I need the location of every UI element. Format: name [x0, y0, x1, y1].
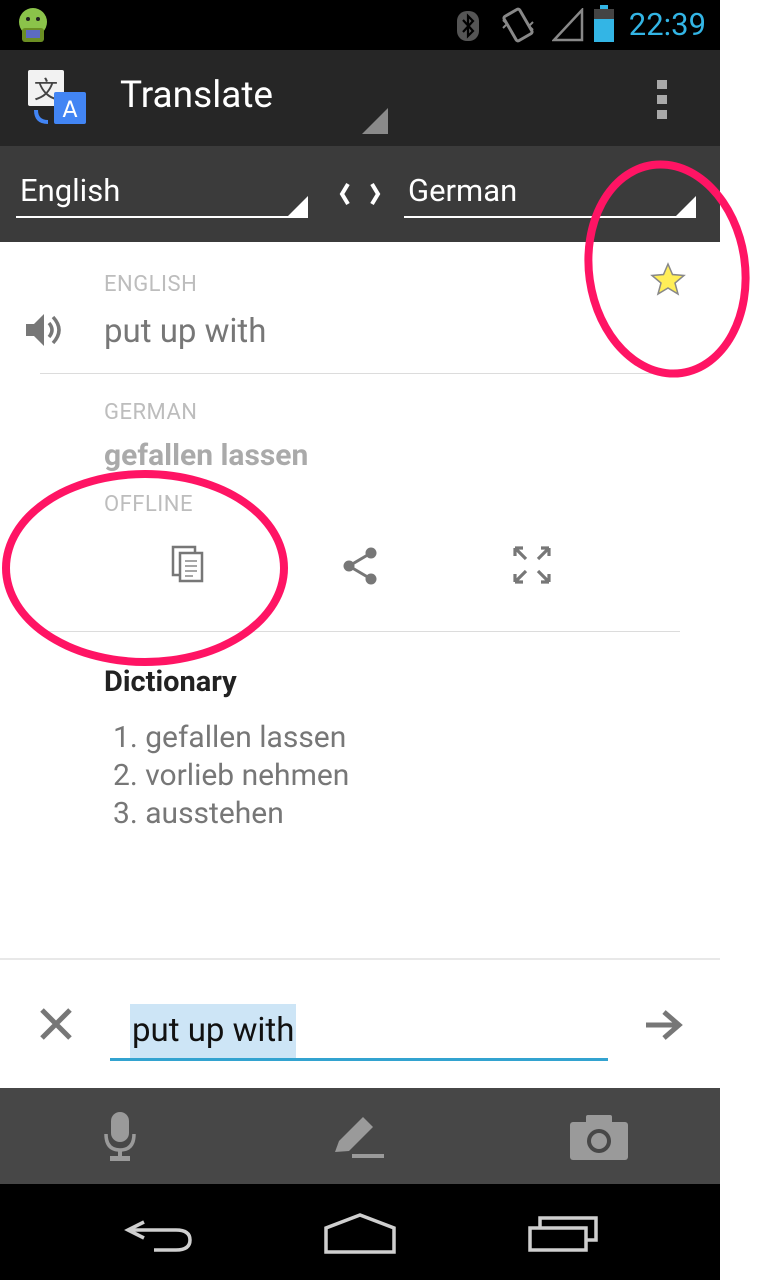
svg-text:A: A: [62, 98, 77, 123]
back-icon[interactable]: [124, 1214, 194, 1254]
input-underline: [110, 1058, 608, 1061]
navigation-bar: [0, 1184, 720, 1280]
dictionary-entry[interactable]: 2. vorlieb nehmen: [113, 758, 349, 793]
camera-icon[interactable]: [568, 1112, 630, 1162]
source-language-label: English: [20, 172, 121, 209]
input-value[interactable]: put up with: [130, 1004, 297, 1058]
input-separator: [0, 958, 720, 960]
target-language-spinner[interactable]: German: [404, 146, 696, 242]
target-language-caption: GERMAN: [104, 400, 198, 425]
source-text[interactable]: put up with: [104, 312, 266, 351]
bluetooth-icon: [457, 11, 479, 41]
clock: 22:39: [628, 6, 706, 43]
dictionary-entry[interactable]: 1. gefallen lassen: [113, 720, 346, 755]
source-language-spinner[interactable]: English: [16, 146, 308, 242]
language-bar: English German: [0, 146, 720, 242]
swap-languages-icon[interactable]: [334, 176, 386, 212]
text-input[interactable]: put up with: [110, 996, 608, 1062]
dropdown-corner-icon: [676, 196, 696, 216]
divider: [40, 373, 680, 374]
handwriting-pen-icon[interactable]: [330, 1112, 386, 1160]
star-icon[interactable]: [650, 262, 686, 296]
speaker-icon[interactable]: [24, 312, 64, 348]
source-language-caption: ENGLISH: [104, 272, 198, 297]
overflow-menu-icon[interactable]: [652, 78, 674, 122]
battery-icon: [594, 5, 614, 42]
translated-text[interactable]: gefallen lassen: [104, 438, 308, 473]
fullscreen-icon[interactable]: [512, 545, 552, 585]
app-title: Translate: [120, 74, 274, 117]
target-language-underline: [404, 216, 696, 218]
offline-label: OFFLINE: [104, 492, 193, 517]
status-bar: 22:39: [0, 0, 720, 50]
divider: [40, 631, 680, 632]
translate-logo-icon[interactable]: 文 A: [26, 68, 88, 130]
target-language-label: German: [408, 172, 518, 209]
dropdown-corner-icon[interactable]: [362, 108, 388, 134]
microphone-icon[interactable]: [104, 1110, 136, 1164]
translate-go-arrow-icon[interactable]: [644, 1008, 684, 1042]
clear-icon[interactable]: [38, 1006, 74, 1042]
dictionary-entry[interactable]: 3. ausstehen: [113, 796, 284, 831]
copy-icon[interactable]: [170, 544, 206, 584]
signal-icon: [552, 8, 584, 42]
home-icon[interactable]: [322, 1212, 398, 1254]
input-methods-toolbar: [0, 1088, 720, 1184]
recent-apps-icon[interactable]: [526, 1214, 600, 1254]
android-notification-icon: [19, 8, 47, 42]
dropdown-corner-icon: [288, 196, 308, 216]
vibrate-icon: [502, 7, 534, 43]
source-language-underline: [16, 216, 308, 218]
share-icon[interactable]: [340, 546, 380, 586]
action-bar: 文 A Translate: [0, 50, 720, 146]
dictionary-title: Dictionary: [104, 665, 237, 699]
